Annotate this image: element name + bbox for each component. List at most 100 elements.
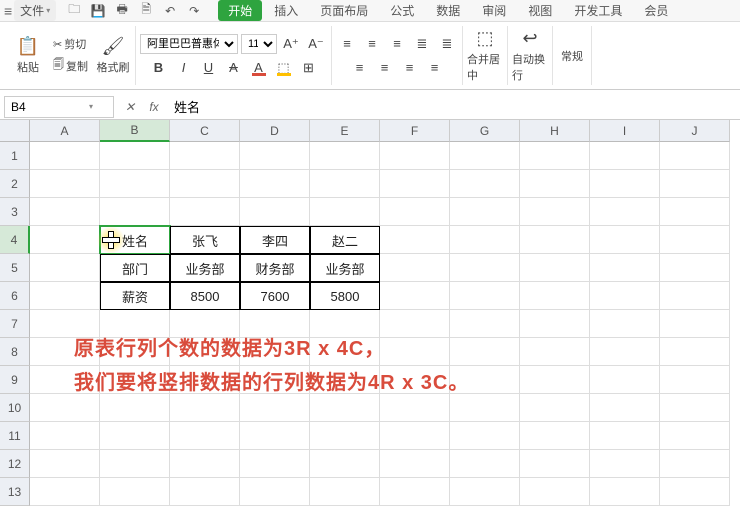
cell-C12[interactable] [170, 450, 240, 478]
align-bot-icon[interactable]: ≡ [386, 33, 408, 55]
cell-H13[interactable] [520, 478, 590, 506]
cell-I5[interactable] [590, 254, 660, 282]
col-header-C[interactable]: C [170, 120, 240, 142]
sheet-area[interactable]: ABCDEFGHIJ 12345678910111213 姓名张飞李四赵二部门业… [0, 120, 740, 520]
align-mid-icon[interactable]: ≡ [361, 33, 383, 55]
tab-dev[interactable]: 开发工具 [564, 0, 632, 21]
cell-A1[interactable] [30, 142, 100, 170]
name-box[interactable]: ▾ [4, 96, 114, 118]
cell-A2[interactable] [30, 170, 100, 198]
row-header-7[interactable]: 7 [0, 310, 30, 338]
cell-F3[interactable] [380, 198, 450, 226]
cell-I4[interactable] [590, 226, 660, 254]
cell-F6[interactable] [380, 282, 450, 310]
cell-H11[interactable] [520, 422, 590, 450]
cell-J13[interactable] [660, 478, 730, 506]
cell-D12[interactable] [240, 450, 310, 478]
font-name-select[interactable]: 阿里巴巴普惠体 [140, 34, 238, 54]
cell-F12[interactable] [380, 450, 450, 478]
cell-A6[interactable] [30, 282, 100, 310]
save-icon[interactable]: 💾 [88, 2, 108, 20]
cell-A11[interactable] [30, 422, 100, 450]
copy-button[interactable]: 🗐 复制 [49, 55, 92, 76]
tab-formula[interactable]: 公式 [380, 0, 424, 21]
cell-D10[interactable] [240, 394, 310, 422]
col-header-G[interactable]: G [450, 120, 520, 142]
select-all-corner[interactable] [0, 120, 30, 142]
cell-H12[interactable] [520, 450, 590, 478]
cell-H9[interactable] [520, 366, 590, 394]
cell-B3[interactable] [100, 198, 170, 226]
cell-J10[interactable] [660, 394, 730, 422]
cell-I12[interactable] [590, 450, 660, 478]
cell-C13[interactable] [170, 478, 240, 506]
cell-I11[interactable] [590, 422, 660, 450]
tab-review[interactable]: 审阅 [472, 0, 516, 21]
tab-member[interactable]: 会员 [634, 0, 678, 21]
paste-button[interactable]: 📋粘贴 [10, 28, 46, 84]
cell-C5[interactable]: 业务部 [170, 254, 240, 282]
cell-C11[interactable] [170, 422, 240, 450]
row-header-3[interactable]: 3 [0, 198, 30, 226]
cell-C10[interactable] [170, 394, 240, 422]
cell-D2[interactable] [240, 170, 310, 198]
format-painter-button[interactable]: 🖌格式刷 [95, 28, 131, 84]
row-header-11[interactable]: 11 [0, 422, 30, 450]
justify-icon[interactable]: ≡ [424, 57, 446, 79]
cell-H6[interactable] [520, 282, 590, 310]
cell-B11[interactable] [100, 422, 170, 450]
col-header-H[interactable]: H [520, 120, 590, 142]
col-header-D[interactable]: D [240, 120, 310, 142]
cell-F7[interactable] [380, 310, 450, 338]
row-header-2[interactable]: 2 [0, 170, 30, 198]
cell-D3[interactable] [240, 198, 310, 226]
cell-B5[interactable]: 部门 [100, 254, 170, 282]
align-top-icon[interactable]: ≡ [336, 33, 358, 55]
cell-B2[interactable] [100, 170, 170, 198]
cell-D6[interactable]: 7600 [240, 282, 310, 310]
cell-J11[interactable] [660, 422, 730, 450]
increase-font-icon[interactable]: A⁺ [280, 33, 302, 55]
cell-A3[interactable] [30, 198, 100, 226]
cell-A12[interactable] [30, 450, 100, 478]
cell-D4[interactable]: 李四 [240, 226, 310, 254]
cell-E13[interactable] [310, 478, 380, 506]
cell-F1[interactable] [380, 142, 450, 170]
cell-G11[interactable] [450, 422, 520, 450]
formula-input[interactable] [166, 99, 740, 114]
underline-button[interactable]: U [198, 57, 220, 79]
cell-E12[interactable] [310, 450, 380, 478]
col-header-E[interactable]: E [310, 120, 380, 142]
cell-G10[interactable] [450, 394, 520, 422]
cell-I13[interactable] [590, 478, 660, 506]
cell-G4[interactable] [450, 226, 520, 254]
tab-start[interactable]: 开始 [218, 0, 262, 21]
cell-H1[interactable] [520, 142, 590, 170]
row-header-1[interactable]: 1 [0, 142, 30, 170]
cell-C4[interactable]: 张飞 [170, 226, 240, 254]
indent-right-icon[interactable]: ≣ [436, 33, 458, 55]
cell-E4[interactable]: 赵二 [310, 226, 380, 254]
cell-F8[interactable] [380, 338, 450, 366]
cell-H8[interactable] [520, 338, 590, 366]
cell-B12[interactable] [100, 450, 170, 478]
name-box-input[interactable] [5, 100, 85, 114]
col-header-A[interactable]: A [30, 120, 100, 142]
cell-E6[interactable]: 5800 [310, 282, 380, 310]
cut-button[interactable]: ✂ 剪切 [49, 35, 92, 53]
cell-A13[interactable] [30, 478, 100, 506]
cell-D1[interactable] [240, 142, 310, 170]
preview-icon[interactable]: 🗎 [136, 2, 156, 20]
cell-F5[interactable] [380, 254, 450, 282]
cell-C6[interactable]: 8500 [170, 282, 240, 310]
cell-E10[interactable] [310, 394, 380, 422]
row-header-5[interactable]: 5 [0, 254, 30, 282]
font-size-select[interactable]: 11 [241, 34, 277, 54]
print-icon[interactable]: 🖶 [112, 2, 132, 20]
align-center-icon[interactable]: ≡ [374, 57, 396, 79]
file-menu[interactable]: 文件 ▾ [14, 0, 56, 21]
cell-B1[interactable] [100, 142, 170, 170]
row-header-4[interactable]: 4 [0, 226, 30, 254]
cell-G2[interactable] [450, 170, 520, 198]
cell-I7[interactable] [590, 310, 660, 338]
